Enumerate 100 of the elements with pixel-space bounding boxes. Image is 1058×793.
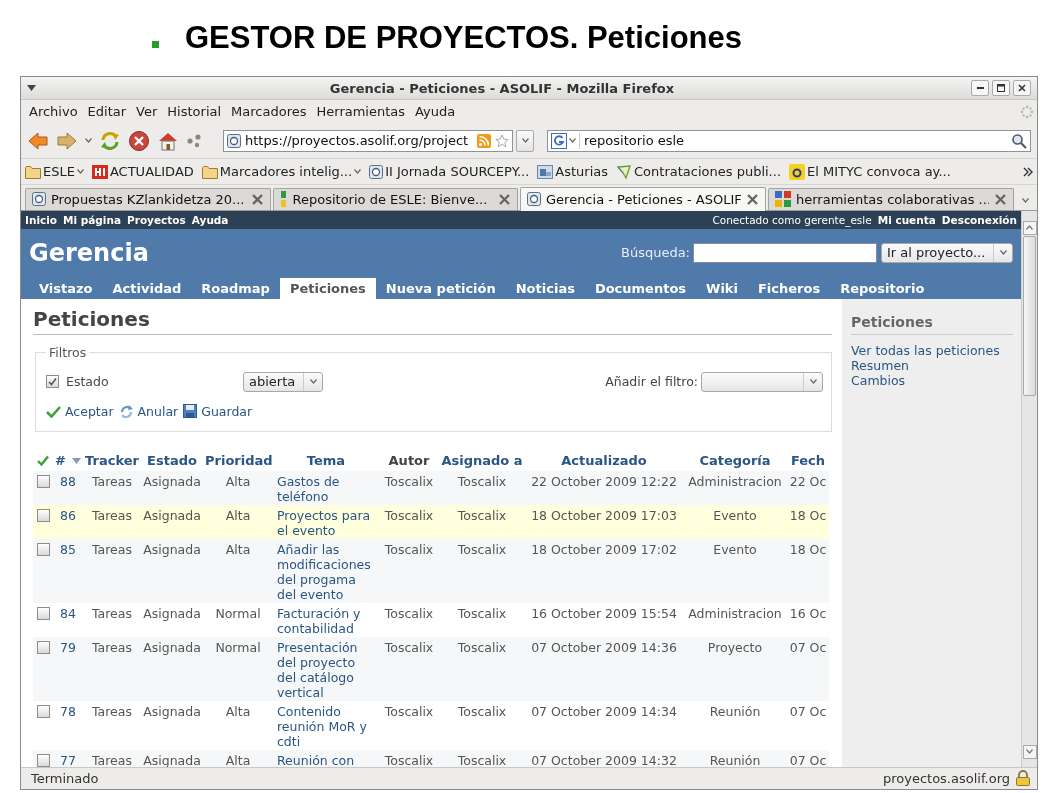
- top-menu-link[interactable]: Mi página: [63, 213, 121, 226]
- chevron-icon[interactable]: [1023, 166, 1033, 177]
- issue-link[interactable]: 79: [53, 636, 83, 701]
- menu-tab[interactable]: Repositorio: [830, 277, 935, 299]
- account-link[interactable]: Mi cuenta: [877, 213, 936, 226]
- project-select[interactable]: Ir al proyecto...: [881, 242, 1013, 263]
- issue-link[interactable]: Reunión con: [273, 749, 379, 767]
- bookmark-item[interactable]: Contrataciones publi...: [616, 163, 781, 180]
- browser-tab[interactable]: Propuestas KZlankidetza 20...: [25, 187, 271, 210]
- rss-icon[interactable]: [477, 133, 491, 148]
- top-menu-link[interactable]: Proyectos: [127, 213, 186, 226]
- search-field[interactable]: [693, 242, 877, 263]
- menu-item[interactable]: Herramientas: [311, 104, 411, 120]
- table-cell: Toscalix: [439, 700, 525, 750]
- bookmark-item[interactable]: II Jornada SOURCEPY...: [369, 164, 530, 180]
- address-field[interactable]: https://proyectos.asolif.org/project: [223, 129, 513, 152]
- menu-tab[interactable]: Actividad: [102, 277, 192, 299]
- close-button[interactable]: [1013, 80, 1031, 97]
- close-icon[interactable]: [250, 192, 264, 206]
- bookmark-item[interactable]: El MITYC convoca ay...: [789, 163, 951, 180]
- sidebar-link[interactable]: Ver todas las peticiones: [851, 342, 1013, 358]
- issue-link[interactable]: Añadir las modificaciones del progama del evento: [273, 538, 379, 603]
- close-icon[interactable]: [746, 192, 759, 206]
- sort-icon[interactable]: [71, 457, 81, 464]
- action-link[interactable]: Guardar: [183, 403, 253, 419]
- history-dropdown-button[interactable]: [516, 129, 534, 152]
- menu-tab[interactable]: Vistazo: [29, 277, 103, 299]
- scrollbar[interactable]: [1021, 210, 1037, 767]
- minimize-button[interactable]: [971, 80, 989, 97]
- menu-tab[interactable]: Noticias: [505, 277, 585, 299]
- issue-link[interactable]: Proyectos para el evento: [273, 504, 379, 539]
- bookmark-item[interactable]: Marcadores intelig...: [201, 164, 362, 180]
- issue-link[interactable]: 77: [53, 749, 83, 767]
- top-menu-link[interactable]: Ayuda: [191, 213, 229, 226]
- search-icon[interactable]: [1011, 132, 1027, 149]
- window-menu-icon[interactable]: [27, 85, 36, 92]
- action-link[interactable]: Aceptar: [46, 403, 114, 419]
- menu-item[interactable]: Archivo: [24, 104, 83, 120]
- close-icon[interactable]: [994, 192, 1007, 206]
- browser-tab[interactable]: Gerencia - Peticiones - ASOLIF: [520, 186, 766, 211]
- menu-item[interactable]: Editar: [82, 104, 132, 120]
- sidebar-link[interactable]: Cambios: [851, 372, 1013, 388]
- checkbox[interactable]: [36, 753, 50, 767]
- menu-tab[interactable]: Documentos: [584, 277, 697, 299]
- issue-link[interactable]: 78: [53, 700, 83, 750]
- toggle-all-check-icon[interactable]: [37, 455, 49, 467]
- issue-link[interactable]: Presentación del proyecto del catálogo vertical: [273, 636, 379, 701]
- issue-link[interactable]: 84: [53, 602, 83, 637]
- add-filter-select[interactable]: [701, 371, 823, 392]
- menu-item[interactable]: Historial: [162, 104, 227, 120]
- issue-link[interactable]: 86: [53, 504, 83, 539]
- checkbox[interactable]: [36, 474, 50, 488]
- table-cell: Toscalix: [439, 749, 525, 767]
- browser-tab[interactable]: Repositorio de ESLE: Bienve...: [272, 187, 518, 210]
- lock-icon[interactable]: [1015, 770, 1031, 787]
- table-cell: 07 Oc: [787, 749, 829, 767]
- scroll-down-icon[interactable]: [1026, 749, 1033, 755]
- reload-icon[interactable]: [99, 129, 121, 152]
- table-cell: Alta: [203, 749, 273, 767]
- checkbox[interactable]: [36, 640, 50, 654]
- action-link[interactable]: Anular: [118, 403, 179, 419]
- menu-tab[interactable]: Nueva petición: [375, 277, 506, 299]
- menu-tab[interactable]: Wiki: [696, 277, 748, 299]
- close-icon[interactable]: [498, 192, 511, 206]
- top-menu-link[interactable]: Inicio: [25, 213, 58, 226]
- forward-icon[interactable]: [56, 129, 78, 152]
- star-icon[interactable]: [495, 133, 509, 148]
- bookmark-item[interactable]: ACTUALIDAD: [91, 164, 194, 180]
- checkbox[interactable]: [36, 508, 50, 522]
- checkbox[interactable]: [46, 375, 59, 389]
- operator-select[interactable]: abierta: [243, 371, 323, 392]
- share-icon[interactable]: [186, 132, 202, 149]
- menu-tab[interactable]: Roadmap: [191, 277, 280, 299]
- menu-tab[interactable]: Peticiones: [279, 277, 376, 299]
- menu-item[interactable]: Marcadores: [226, 104, 312, 120]
- account-link[interactable]: Desconexión: [941, 213, 1017, 226]
- issue-link[interactable]: 85: [53, 538, 83, 603]
- project-title: Gerencia: [29, 238, 150, 267]
- issue-link[interactable]: Gastos de teléfono: [273, 470, 379, 505]
- bookmark-item[interactable]: Asturias: [537, 164, 609, 180]
- checkbox[interactable]: [36, 542, 50, 556]
- menu-item[interactable]: Ver: [131, 104, 163, 120]
- page-icon: [369, 164, 384, 179]
- bookmark-item[interactable]: ESLE: [25, 164, 84, 180]
- browser-tab[interactable]: herramientas colaborativas ...: [768, 187, 1014, 210]
- stop-icon[interactable]: [128, 129, 150, 152]
- checkbox[interactable]: [36, 704, 50, 718]
- scrollbar-thumb[interactable]: [1023, 235, 1036, 396]
- scroll-up-icon[interactable]: [1026, 225, 1033, 231]
- checkbox[interactable]: [36, 606, 50, 620]
- menu-tab[interactable]: Ficheros: [748, 277, 831, 299]
- maximize-button[interactable]: [992, 80, 1010, 97]
- issue-link[interactable]: 88: [53, 470, 83, 505]
- search-field[interactable]: repositorio esle: [547, 129, 1031, 152]
- sidebar-link[interactable]: Resumen: [851, 357, 1013, 373]
- issue-link[interactable]: Facturación y contabilidad: [273, 602, 379, 637]
- back-icon[interactable]: [27, 129, 49, 152]
- issue-link[interactable]: Contenido reunión MoR y cdti: [273, 700, 379, 750]
- search-engine-icon[interactable]: [551, 132, 567, 149]
- menu-item[interactable]: Ayuda: [410, 104, 461, 120]
